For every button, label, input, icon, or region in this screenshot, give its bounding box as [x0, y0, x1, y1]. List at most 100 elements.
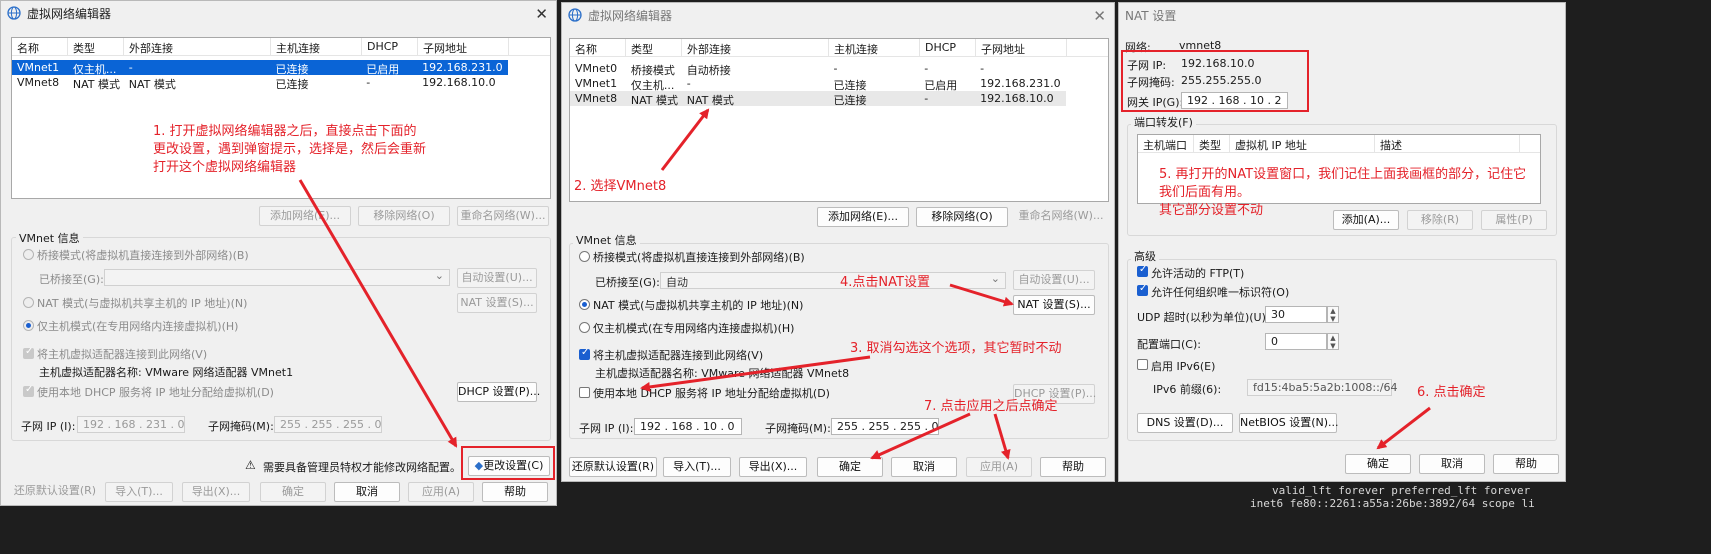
- col-subnet[interactable]: 子网地址: [418, 38, 509, 55]
- bridge-radio[interactable]: [23, 249, 34, 260]
- connect-adapter-checkbox[interactable]: [23, 346, 34, 359]
- col-name[interactable]: 名称: [570, 39, 626, 56]
- import-button[interactable]: 导入(T)...: [105, 482, 173, 502]
- cell: VMnet0: [575, 62, 618, 75]
- use-dhcp-checkbox[interactable]: [579, 387, 590, 398]
- cancel-button[interactable]: 取消: [891, 457, 957, 477]
- bridge-radio[interactable]: [579, 251, 590, 262]
- close-icon[interactable]: ✕: [535, 5, 548, 23]
- col-external[interactable]: 外部连接: [124, 38, 271, 55]
- adapter-name-text: 主机虚拟适配器名称: VMware 网络适配器 VMnet8: [595, 367, 850, 380]
- table-row[interactable]: VMnet1 仅主机... - 已连接 已启用 192.168.231.0: [12, 60, 508, 75]
- nat-radio[interactable]: [23, 297, 34, 308]
- connect-adapter-checkbox[interactable]: [579, 347, 590, 360]
- use-dhcp-label: 使用本地 DHCP 服务将 IP 地址分配给虚拟机(D): [593, 387, 830, 400]
- col-description[interactable]: 描述: [1375, 135, 1520, 152]
- cell: NAT 模式: [128, 78, 176, 90]
- col-dhcp[interactable]: DHCP: [362, 38, 418, 55]
- col-external[interactable]: 外部连接: [682, 39, 829, 56]
- col-subnet[interactable]: 子网地址: [976, 39, 1067, 56]
- table-row[interactable]: VMnet8 NAT 模式 NAT 模式 已连接 - 192.168.10.0: [570, 91, 1066, 106]
- cell: 桥接模式: [630, 64, 675, 76]
- col-type[interactable]: 类型: [68, 38, 124, 55]
- cell: NAT 模式: [630, 94, 679, 106]
- table-row[interactable]: VMnet0 桥接模式 自动桥接 - - -: [570, 61, 1066, 76]
- cell: 192.168.10.0: [422, 76, 496, 89]
- auto-settings-button[interactable]: 自动设置(U)...: [457, 268, 537, 288]
- bridged-to-label: 已桥接至(G):: [39, 273, 104, 286]
- use-dhcp-checkbox[interactable]: [23, 384, 34, 397]
- nat-settings-button[interactable]: NAT 设置(S)...: [1013, 295, 1095, 315]
- ok-button[interactable]: 确定: [1345, 454, 1411, 474]
- col-type[interactable]: 类型: [626, 39, 682, 56]
- bridged-to-select[interactable]: [104, 269, 450, 286]
- restore-defaults-button[interactable]: 还原默认设置(R): [569, 457, 657, 477]
- rename-network-button[interactable]: 重命名网络(W)...: [457, 206, 549, 226]
- nat-radio[interactable]: [579, 299, 590, 310]
- warning-icon: ⚠: [245, 458, 256, 472]
- udp-timeout-input[interactable]: 30: [1265, 306, 1327, 323]
- vmnet-info-label: VMnet 信息: [16, 230, 83, 246]
- subnet-ip-input[interactable]: 192 . 168 . 10 . 0: [634, 418, 742, 435]
- config-port-spinner[interactable]: ▲ ▼: [1327, 333, 1339, 350]
- dns-settings-button[interactable]: DNS 设置(D)...: [1137, 413, 1233, 433]
- col-host[interactable]: 主机连接: [271, 38, 362, 55]
- allow-ftp-checkbox[interactable]: [1137, 264, 1148, 277]
- cell: 已启用: [924, 79, 958, 91]
- remove-network-button[interactable]: 移除网络(O): [916, 207, 1008, 227]
- help-button[interactable]: 帮助: [482, 482, 548, 502]
- help-button[interactable]: 帮助: [1493, 454, 1559, 474]
- apply-button[interactable]: 应用(A): [408, 482, 474, 502]
- apply-button[interactable]: 应用(A): [966, 457, 1032, 477]
- ok-button[interactable]: 确定: [260, 482, 326, 502]
- col-type[interactable]: 类型: [1194, 135, 1230, 152]
- bridged-to-select[interactable]: 自动: [660, 272, 1006, 289]
- table-row[interactable]: VMnet1 仅主机... - 已连接 已启用 192.168.231.0: [570, 76, 1066, 91]
- cell: 已连接: [275, 63, 309, 75]
- cell: -: [366, 76, 371, 89]
- annotation-7: 7. 点击应用之后点确定: [924, 399, 1058, 414]
- annotation-3: 3. 取消勾选这个选项，其它暂时不动: [850, 341, 1062, 356]
- col-name[interactable]: 名称: [12, 38, 68, 55]
- hostonly-radio[interactable]: [23, 320, 34, 331]
- table-row[interactable]: VMnet8 NAT 模式 NAT 模式 已连接 - 192.168.10.0: [12, 75, 508, 90]
- udp-timeout-label: UDP 超时(以秒为单位)(U):: [1137, 311, 1270, 324]
- udp-timeout-spinner[interactable]: ▲ ▼: [1327, 306, 1339, 323]
- enable-ipv6-checkbox[interactable]: [1137, 359, 1148, 370]
- add-network-button[interactable]: 添加网络(E)...: [259, 206, 351, 226]
- allow-org-label: 允许任何组织唯一标识符(O): [1151, 286, 1290, 299]
- subnet-mask-input[interactable]: 255 . 255 . 255 . 0: [831, 418, 939, 435]
- add-network-button[interactable]: 添加网络(E)...: [817, 207, 909, 227]
- hostonly-radio[interactable]: [579, 322, 590, 333]
- export-button[interactable]: 导出(X)...: [739, 457, 807, 477]
- ok-button[interactable]: 确定: [817, 457, 883, 477]
- export-button[interactable]: 导出(X)...: [182, 482, 250, 502]
- close-icon[interactable]: ✕: [1093, 7, 1106, 25]
- window-title: 虚拟网络编辑器: [27, 6, 112, 21]
- subnet-ip-input[interactable]: 192 . 168 . 231 . 0: [77, 416, 185, 433]
- col-host[interactable]: 主机连接: [829, 39, 920, 56]
- cancel-button[interactable]: 取消: [1419, 454, 1485, 474]
- allow-ftp-label: 允许活动的 FTP(T): [1151, 267, 1245, 280]
- col-vm-ip[interactable]: 虚拟机 IP 地址: [1230, 135, 1375, 152]
- config-port-input[interactable]: 0: [1265, 333, 1327, 350]
- admin-warning-text: 需要具备管理员特权才能修改网络配置。: [263, 461, 461, 474]
- subnet-mask-input[interactable]: 255 . 255 . 255 . 0: [274, 416, 382, 433]
- col-dhcp[interactable]: DHCP: [920, 39, 976, 56]
- list-header: 名称 类型 外部连接 主机连接 DHCP 子网地址: [12, 38, 550, 56]
- dhcp-settings-button[interactable]: DHCP 设置(P)...: [457, 382, 540, 402]
- netbios-settings-button[interactable]: NetBIOS 设置(N)...: [1239, 413, 1339, 433]
- ipv6-prefix-input[interactable]: fd15:4ba5:5a2b:1008::/64: [1247, 379, 1398, 396]
- col-host-port[interactable]: 主机端口: [1138, 135, 1194, 152]
- help-button[interactable]: 帮助: [1040, 457, 1106, 477]
- config-port-label: 配置端口(C):: [1137, 338, 1201, 351]
- allow-org-checkbox[interactable]: [1137, 283, 1148, 296]
- restore-defaults-button[interactable]: 还原默认设置(R): [11, 482, 99, 502]
- remove-network-button[interactable]: 移除网络(O): [358, 206, 450, 226]
- auto-settings-button[interactable]: 自动设置(U)...: [1013, 270, 1095, 290]
- nat-settings-button[interactable]: NAT 设置(S)...: [457, 293, 537, 313]
- cancel-button[interactable]: 取消: [334, 482, 400, 502]
- import-button[interactable]: 导入(T)...: [663, 457, 731, 477]
- rename-network-button[interactable]: 重命名网络(W)...: [1015, 207, 1107, 227]
- vmnet-info-label: VMnet 信息: [573, 232, 640, 248]
